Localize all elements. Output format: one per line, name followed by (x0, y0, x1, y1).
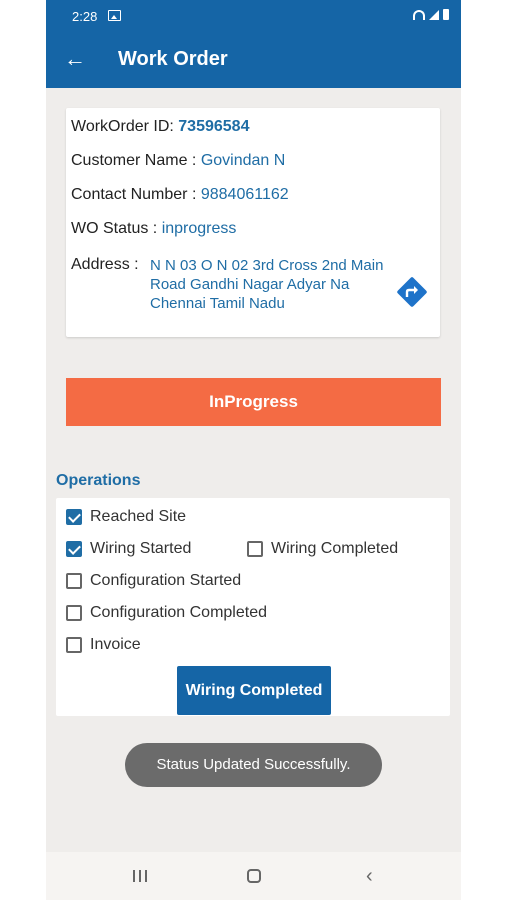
work-order-id-label: WorkOrder ID: (71, 118, 174, 135)
status-icons (413, 9, 449, 20)
inprogress-button[interactable]: InProgress (66, 378, 441, 426)
wiring-completed-checkbox[interactable]: Wiring Completed (247, 540, 398, 558)
checkbox-label: Wiring Completed (271, 540, 399, 557)
checkbox-label: Configuration Completed (90, 604, 267, 621)
work-order-id-value: 73596584 (178, 118, 250, 135)
image-notification-icon (108, 10, 121, 21)
configuration-completed-checkbox[interactable]: Configuration Completed (66, 604, 267, 622)
invoice-checkbox[interactable]: Invoice (66, 636, 141, 654)
checkbox-label: Configuration Started (90, 572, 242, 589)
wiring-started-checkbox[interactable]: Wiring Started (66, 540, 191, 558)
work-order-details-card: WorkOrder ID: 73596584 Customer Name : G… (66, 108, 440, 337)
contact-number-row: Contact Number : 9884061162 (71, 186, 289, 204)
wiring-completed-button[interactable]: Wiring Completed (177, 666, 331, 715)
app-bar: ← Work Order (46, 32, 461, 88)
checkbox-unchecked[interactable] (66, 573, 82, 589)
reached-site-checkbox[interactable]: Reached Site (66, 508, 186, 526)
directions-icon[interactable] (396, 276, 428, 308)
contact-number-value[interactable]: 9884061162 (201, 186, 289, 203)
wo-status-value: inprogress (161, 220, 237, 237)
work-order-id-row: WorkOrder ID: 73596584 (71, 118, 249, 136)
home-icon[interactable] (247, 869, 261, 883)
wo-status-label: WO Status : (71, 220, 158, 237)
signal-icon (429, 9, 439, 20)
address-label: Address : (71, 256, 139, 273)
customer-name-row: Customer Name : Govindan N (71, 152, 285, 170)
status-time: 2:28 (72, 9, 98, 24)
checkbox-checked[interactable] (66, 509, 82, 525)
customer-name-value: Govindan N (200, 152, 286, 169)
contact-number-label: Contact Number : (71, 186, 197, 203)
operations-title: Operations (56, 472, 141, 489)
back-nav-icon[interactable]: ‹ (366, 866, 373, 886)
wo-status-row: WO Status : inprogress (71, 220, 236, 238)
checkbox-label: Wiring Started (90, 540, 192, 557)
operations-card: Reached Site Wiring Started Wiring Compl… (56, 498, 450, 716)
status-bar: 2:28 (46, 0, 461, 32)
checkbox-unchecked[interactable] (66, 605, 82, 621)
recent-apps-icon[interactable] (133, 870, 147, 882)
checkbox-label: Invoice (90, 636, 141, 653)
battery-icon (443, 9, 449, 20)
toast-message: Status Updated Successfully. (125, 743, 382, 787)
checkbox-checked[interactable] (66, 541, 82, 557)
phone-screen: 2:28 ← Work Order WorkOrder ID: 73596584… (46, 0, 461, 900)
address-value: N N 03 O N 02 3rd Cross 2nd Main Road Ga… (150, 257, 384, 312)
arrow-left-icon[interactable]: ← (64, 47, 86, 71)
customer-name-label: Customer Name : (71, 152, 197, 169)
page-title: Work Order (118, 48, 228, 70)
checkbox-label: Reached Site (90, 508, 187, 525)
system-nav-bar: ‹ (46, 852, 461, 900)
wifi-icon (413, 9, 425, 20)
checkbox-unchecked[interactable] (66, 637, 82, 653)
configuration-started-checkbox[interactable]: Configuration Started (66, 572, 241, 590)
checkbox-unchecked[interactable] (247, 541, 263, 557)
